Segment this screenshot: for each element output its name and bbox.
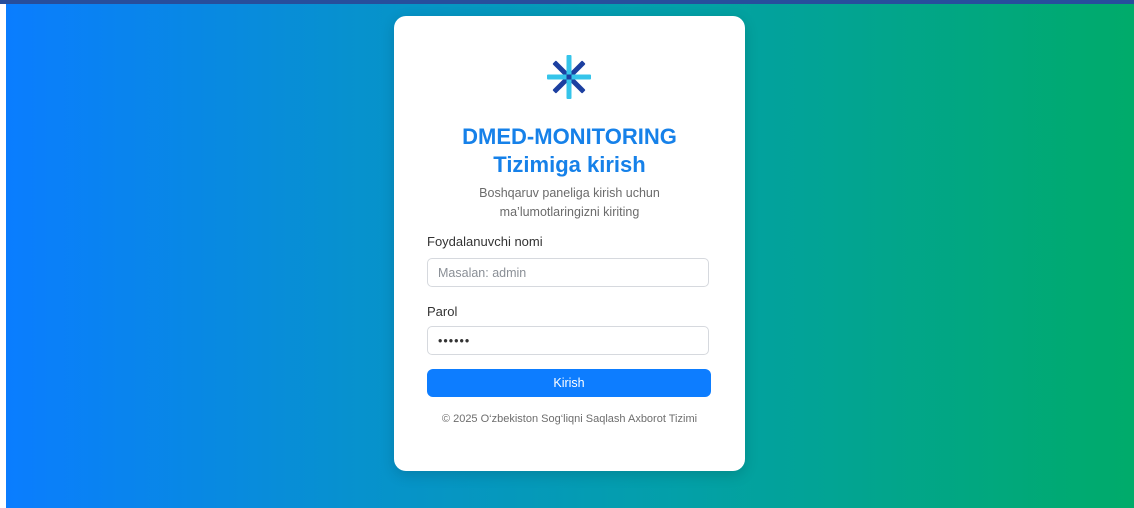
password-label: Parol bbox=[427, 304, 458, 319]
password-input[interactable] bbox=[427, 326, 709, 355]
login-subtitle: Boshqaruv paneliga kirish uchun ma’lumot… bbox=[394, 184, 745, 222]
subtitle-line-2: ma’lumotlaringizni kiriting bbox=[499, 205, 640, 219]
copyright-footer: © 2025 O‘zbekiston Sog‘liqni Saqlash Axb… bbox=[441, 413, 698, 425]
login-button[interactable]: Kirish bbox=[427, 369, 711, 397]
page: DMED-MONITORING Tizimiga kirish Boshqaru… bbox=[0, 0, 1134, 508]
login-card: DMED-MONITORING Tizimiga kirish Boshqaru… bbox=[394, 16, 745, 471]
page-title: DMED-MONITORING bbox=[462, 124, 677, 149]
username-input[interactable] bbox=[427, 258, 709, 287]
asterisk-logo-icon bbox=[547, 55, 591, 99]
page-title-subline: Tizimiga kirish bbox=[493, 152, 646, 177]
subtitle-line-1: Boshqaruv paneliga kirish uchun bbox=[479, 186, 660, 200]
username-label: Foydalanuvchi nomi bbox=[427, 234, 543, 249]
